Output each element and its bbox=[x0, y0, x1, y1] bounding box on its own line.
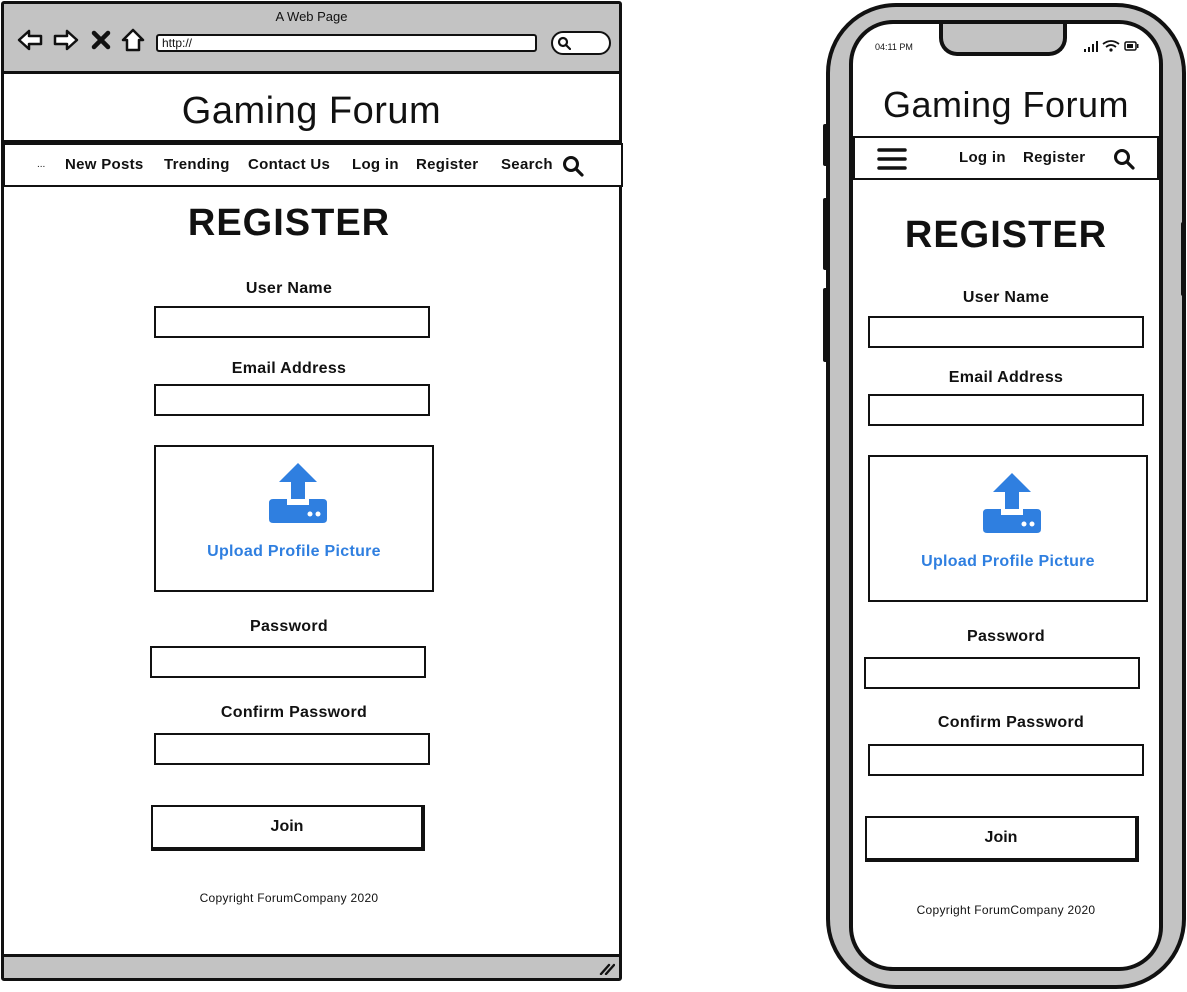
phone-screen: 04:11 PM Gaming Forum Log in Register RE… bbox=[849, 20, 1163, 971]
nav-register[interactable]: Register bbox=[416, 156, 478, 173]
phone-volume-down bbox=[823, 288, 828, 362]
upload-profile-picture-dropzone[interactable]: Upload Profile Picture bbox=[154, 445, 434, 592]
search-icon-mobile[interactable] bbox=[1113, 148, 1135, 170]
forward-arrow-icon[interactable] bbox=[52, 26, 80, 54]
mobile-navbar: Log in Register bbox=[853, 136, 1159, 180]
copyright-text: Copyright ForumCompany 2020 bbox=[199, 891, 379, 905]
battery-icon bbox=[1124, 41, 1139, 51]
search-icon[interactable] bbox=[562, 155, 584, 177]
status-time: 04:11 PM bbox=[875, 42, 913, 52]
password-input-mobile[interactable] bbox=[864, 657, 1140, 689]
confirm-password-label: Confirm Password bbox=[220, 704, 368, 721]
copyright-text-mobile: Copyright ForumCompany 2020 bbox=[916, 903, 1096, 917]
confirm-password-input-mobile[interactable] bbox=[868, 744, 1144, 776]
email-input-mobile[interactable] bbox=[868, 394, 1144, 426]
site-title-mobile: Gaming Forum bbox=[882, 84, 1130, 125]
nav-more[interactable]: ... bbox=[37, 159, 45, 170]
email-input[interactable] bbox=[154, 384, 430, 416]
hamburger-menu-icon[interactable] bbox=[877, 146, 907, 172]
username-label: User Name bbox=[245, 280, 333, 297]
email-label-mobile: Email Address bbox=[948, 369, 1064, 386]
resize-grip-icon[interactable] bbox=[599, 961, 615, 975]
username-input[interactable] bbox=[154, 306, 430, 338]
status-icons bbox=[1084, 40, 1139, 52]
wifi-icon bbox=[1102, 40, 1120, 52]
nav-log-in-mobile[interactable]: Log in bbox=[959, 149, 1006, 166]
confirm-password-input[interactable] bbox=[154, 733, 430, 765]
join-button[interactable]: Join bbox=[151, 805, 425, 851]
phone-power-button bbox=[1181, 222, 1186, 296]
upload-icon-mobile bbox=[983, 473, 1041, 533]
page-title: REGISTER bbox=[187, 202, 391, 244]
password-label: Password bbox=[250, 618, 328, 635]
username-input-mobile[interactable] bbox=[868, 316, 1144, 348]
upload-label: Upload Profile Picture bbox=[207, 543, 381, 560]
window-title: A Web Page bbox=[275, 9, 348, 24]
search-icon bbox=[557, 36, 571, 50]
back-arrow-icon[interactable] bbox=[16, 26, 44, 54]
main-navbar: ... New Posts Trending Contact Us Log in… bbox=[3, 143, 623, 187]
home-icon[interactable] bbox=[119, 26, 147, 54]
nav-log-in[interactable]: Log in bbox=[352, 156, 399, 173]
nav-new-posts[interactable]: New Posts bbox=[65, 156, 144, 173]
password-label-mobile: Password bbox=[967, 628, 1045, 645]
phone-volume-up bbox=[823, 198, 828, 270]
site-title: Gaming Forum bbox=[181, 90, 442, 132]
nav-contact-us[interactable]: Contact Us bbox=[248, 156, 330, 173]
browser-search-field[interactable] bbox=[551, 31, 611, 55]
nav-register-mobile[interactable]: Register bbox=[1023, 149, 1085, 166]
upload-icon bbox=[269, 463, 327, 523]
browser-chrome: A Web Page http:// bbox=[4, 4, 619, 74]
email-label: Email Address bbox=[231, 360, 347, 377]
username-label-mobile: User Name bbox=[962, 289, 1050, 306]
nav-search[interactable]: Search bbox=[501, 156, 553, 173]
phone-notch bbox=[939, 24, 1067, 56]
password-input[interactable] bbox=[150, 646, 426, 678]
confirm-password-label-mobile: Confirm Password bbox=[937, 714, 1085, 731]
upload-profile-picture-dropzone-mobile[interactable]: Upload Profile Picture bbox=[868, 455, 1148, 602]
nav-trending[interactable]: Trending bbox=[164, 156, 230, 173]
url-input[interactable]: http:// bbox=[156, 34, 537, 52]
join-button-mobile[interactable]: Join bbox=[865, 816, 1139, 862]
page-title-mobile: REGISTER bbox=[904, 214, 1108, 256]
browser-status-bar bbox=[4, 954, 619, 978]
phone-mute-switch bbox=[823, 124, 828, 166]
close-x-icon[interactable] bbox=[90, 26, 112, 54]
desktop-browser-window: A Web Page http:// Gaming Forum ... New … bbox=[1, 1, 623, 981]
signal-icon bbox=[1084, 41, 1098, 52]
upload-label-mobile: Upload Profile Picture bbox=[921, 553, 1095, 570]
